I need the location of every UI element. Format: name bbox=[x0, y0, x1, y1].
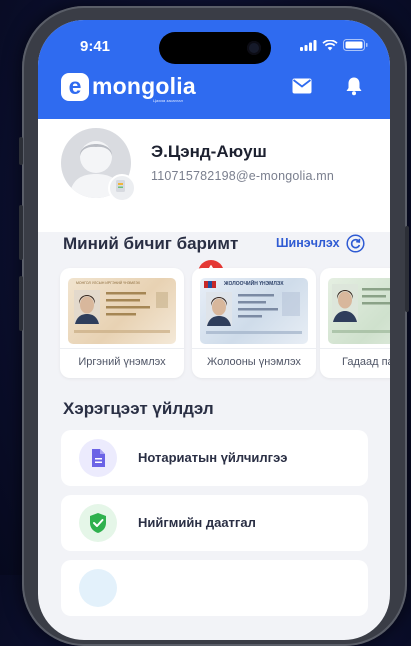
wifi-icon bbox=[322, 39, 338, 50]
document-label: Жолооны үнэмлэх bbox=[207, 356, 301, 368]
update-documents-button[interactable]: Шинэчлэх bbox=[276, 236, 340, 250]
card-divider bbox=[192, 348, 316, 349]
document-icon-badge bbox=[79, 439, 117, 477]
documents-section-title: Миний бичиг баримт bbox=[63, 234, 239, 253]
phone-side-button bbox=[19, 137, 23, 165]
mail-icon[interactable] bbox=[292, 78, 312, 94]
profile-card[interactable]: Э.Цэнд-Аюуш 110715782198@e-mongolia.mn bbox=[38, 119, 390, 232]
avatar-edit-badge[interactable] bbox=[108, 174, 136, 202]
service-item-partial[interactable] bbox=[61, 560, 368, 616]
passport-card-image bbox=[328, 278, 390, 344]
card-header-text: МОНГОЛ УЛСЫН ИРГЭНИЙ ҮНЭМЛЭХ bbox=[76, 281, 141, 285]
services-section-title: Хэрэгцээт үйлдэл bbox=[63, 399, 214, 418]
shield-check-icon bbox=[90, 513, 106, 533]
id-card-icon bbox=[116, 180, 125, 192]
id-photo-icon bbox=[332, 284, 390, 333]
app-logo: e mongolia Цахим засаглал bbox=[61, 73, 196, 103]
signal-icon bbox=[300, 39, 317, 51]
service-label: Нотариатын үйлчилгээ bbox=[138, 450, 288, 465]
logo-text: mongolia bbox=[92, 73, 196, 99]
document-label: Гадаад па bbox=[342, 356, 390, 368]
service-label: Нийгмийн даатгал bbox=[138, 515, 256, 530]
refresh-icon[interactable] bbox=[346, 234, 365, 253]
document-icon bbox=[92, 449, 105, 467]
logo-subtitle: Цахим засаглал bbox=[153, 98, 183, 103]
profile-email: 110715782198@e-mongolia.mn bbox=[151, 169, 335, 183]
national-id-card-image: МОНГОЛ УЛСЫН ИРГЭНИЙ ҮНЭМЛЭХ bbox=[68, 278, 176, 344]
service-item-social-insurance[interactable]: Нийгмийн даатгал bbox=[61, 495, 368, 551]
phone-power-button bbox=[405, 226, 409, 312]
dynamic-island bbox=[159, 32, 271, 64]
phone-volume-down-button bbox=[19, 276, 23, 331]
phone-volume-up-button bbox=[19, 205, 23, 260]
service-item-notary[interactable]: Нотариатын үйлчилгээ bbox=[61, 430, 368, 486]
front-camera bbox=[247, 41, 261, 55]
id-photo-icon bbox=[204, 281, 302, 334]
bell-icon[interactable] bbox=[345, 76, 363, 96]
id-photo-icon bbox=[74, 290, 170, 333]
logo-letter: e bbox=[61, 73, 89, 101]
battery-icon bbox=[343, 39, 368, 51]
status-icons bbox=[300, 39, 368, 51]
document-card-national-id[interactable]: МОНГОЛ УЛСЫН ИРГЭНИЙ ҮНЭМЛЭХ Иргэний үнэ… bbox=[60, 268, 184, 378]
document-label: Иргэний үнэмлэх bbox=[78, 356, 166, 368]
shield-icon-badge bbox=[79, 504, 117, 542]
driver-license-card-image: ЖОЛООЧИЙН ҮНЭМЛЭХ bbox=[200, 278, 308, 344]
document-card-driver-license[interactable]: ЖОЛООЧИЙН ҮНЭМЛЭХ Жолооны үнэмлэх bbox=[192, 268, 316, 378]
profile-name: Э.Цэнд-Аюуш bbox=[151, 142, 267, 161]
app-header: 9:41 e mongolia Цахим засаглал bbox=[38, 20, 390, 119]
card-divider bbox=[60, 348, 184, 349]
status-time: 9:41 bbox=[80, 38, 111, 55]
card-header-text: ЖОЛООЧИЙН ҮНЭМЛЭХ bbox=[224, 281, 284, 287]
document-card-passport[interactable]: Гадаад па bbox=[320, 268, 390, 378]
card-divider bbox=[320, 348, 390, 349]
app-screen: 9:41 e mongolia Цахим засаглал Э.Цэнд-Аю… bbox=[38, 20, 390, 640]
